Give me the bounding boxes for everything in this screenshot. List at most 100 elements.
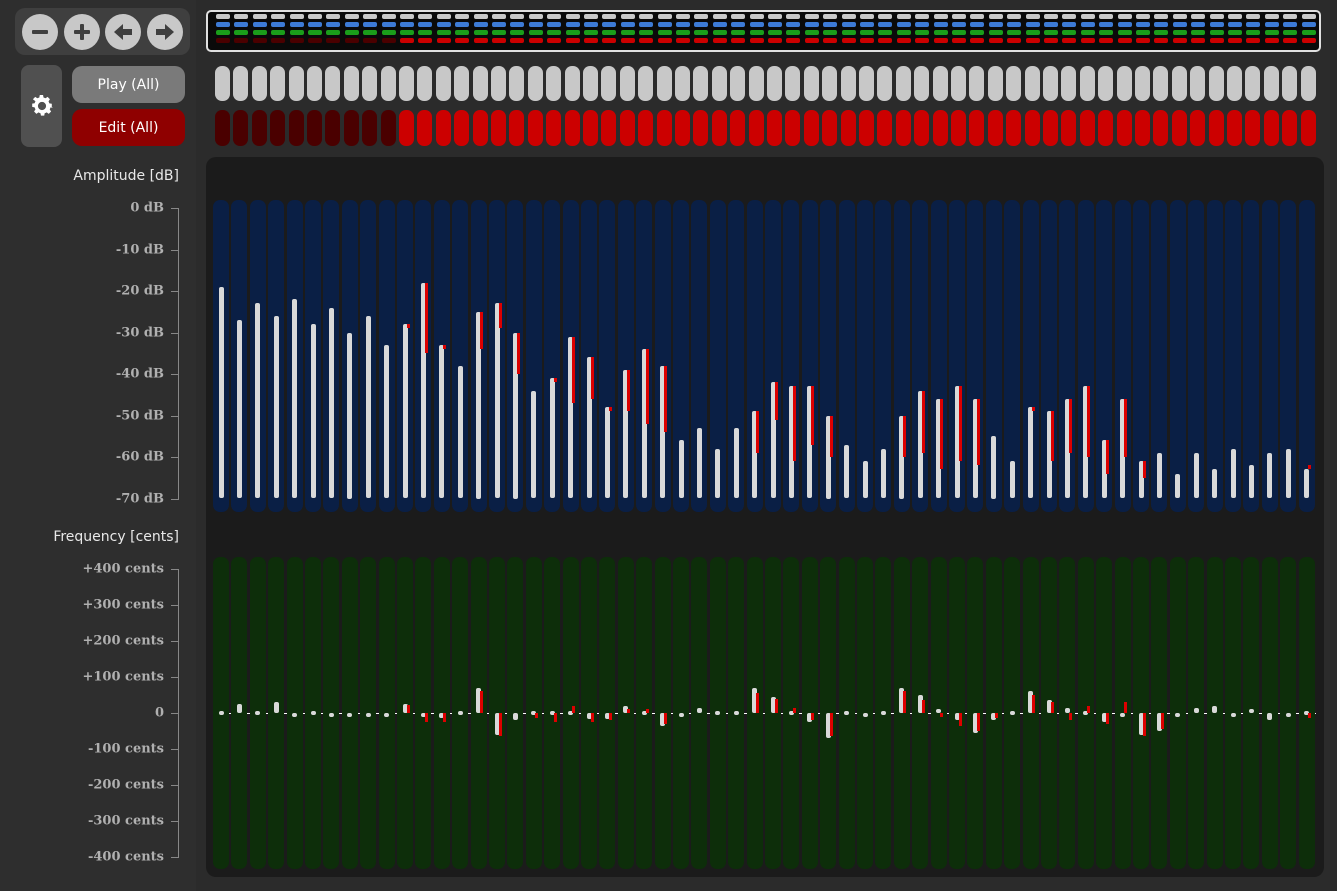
play-toggle-5[interactable] — [288, 66, 304, 101]
edit-toggle-36[interactable] — [859, 110, 874, 146]
edit-toggle-43[interactable] — [987, 110, 1003, 146]
edit-toggle-19[interactable] — [546, 110, 562, 146]
edit-toggle-18[interactable] — [527, 110, 543, 146]
edit-toggle-45[interactable] — [1024, 110, 1040, 146]
edit-toggle-5[interactable] — [288, 110, 304, 146]
edit-toggle-60[interactable] — [1300, 110, 1316, 146]
edit-toggle-28[interactable] — [711, 110, 727, 146]
play-toggle-8[interactable] — [343, 66, 359, 101]
play-toggle-59[interactable] — [1282, 66, 1298, 101]
edit-toggle-11[interactable] — [399, 110, 414, 146]
play-toggle-19[interactable] — [546, 66, 562, 101]
edit-toggle-26[interactable] — [675, 110, 690, 146]
play-toggle-25[interactable] — [656, 66, 672, 101]
play-toggle-4[interactable] — [270, 66, 286, 101]
play-toggle-41[interactable] — [951, 66, 966, 101]
play-toggle-55[interactable] — [1208, 66, 1224, 101]
edit-toggle-10[interactable] — [380, 110, 396, 146]
play-toggle-23[interactable] — [619, 66, 635, 101]
edit-toggle-24[interactable] — [638, 110, 654, 146]
edit-toggle-2[interactable] — [233, 110, 249, 146]
edit-toggle-54[interactable] — [1190, 110, 1206, 146]
play-toggle-39[interactable] — [914, 66, 930, 101]
play-toggle-6[interactable] — [307, 66, 322, 101]
edit-toggle-29[interactable] — [730, 110, 746, 146]
edit-toggle-52[interactable] — [1153, 110, 1169, 146]
edit-toggle-59[interactable] — [1282, 110, 1298, 146]
edit-toggle-57[interactable] — [1245, 110, 1261, 146]
play-toggle-31[interactable] — [767, 66, 782, 101]
edit-toggle-40[interactable] — [932, 110, 948, 146]
edit-toggle-13[interactable] — [435, 110, 451, 146]
edit-toggle-50[interactable] — [1116, 110, 1132, 146]
play-toggle-58[interactable] — [1263, 66, 1279, 101]
edit-toggle-37[interactable] — [877, 110, 893, 146]
play-toggle-50[interactable] — [1116, 66, 1132, 101]
zoom-out-button[interactable] — [21, 13, 58, 50]
edit-toggle-44[interactable] — [1006, 110, 1022, 146]
edit-toggle-30[interactable] — [748, 110, 764, 146]
play-toggle-45[interactable] — [1024, 66, 1040, 101]
play-toggle-15[interactable] — [472, 66, 488, 101]
edit-toggle-21[interactable] — [583, 110, 598, 146]
play-toggle-46[interactable] — [1043, 66, 1058, 101]
edit-toggle-32[interactable] — [785, 110, 801, 146]
edit-toggle-20[interactable] — [564, 110, 580, 146]
edit-toggle-42[interactable] — [969, 110, 985, 146]
edit-toggle-7[interactable] — [325, 110, 341, 146]
play-toggle-32[interactable] — [785, 66, 801, 101]
edit-toggle-23[interactable] — [619, 110, 635, 146]
play-toggle-9[interactable] — [362, 66, 378, 101]
edit-toggle-33[interactable] — [803, 110, 819, 146]
play-all-button[interactable]: Play (All) — [72, 66, 185, 103]
edit-toggle-8[interactable] — [343, 110, 359, 146]
edit-toggle-58[interactable] — [1263, 110, 1279, 146]
zoom-in-button[interactable] — [63, 13, 100, 50]
edit-toggle-1[interactable] — [215, 110, 230, 146]
edit-toggle-25[interactable] — [656, 110, 672, 146]
play-toggle-33[interactable] — [803, 66, 819, 101]
edit-toggle-6[interactable] — [307, 110, 322, 146]
edit-toggle-4[interactable] — [270, 110, 286, 146]
edit-toggle-34[interactable] — [822, 110, 838, 146]
edit-toggle-16[interactable] — [491, 110, 506, 146]
play-toggle-44[interactable] — [1006, 66, 1022, 101]
play-toggle-27[interactable] — [693, 66, 709, 101]
play-toggle-52[interactable] — [1153, 66, 1169, 101]
play-toggle-2[interactable] — [233, 66, 249, 101]
edit-toggle-35[interactable] — [840, 110, 856, 146]
play-toggle-29[interactable] — [730, 66, 746, 101]
play-toggle-38[interactable] — [895, 66, 911, 101]
edit-toggle-46[interactable] — [1043, 110, 1058, 146]
edit-toggle-14[interactable] — [454, 110, 470, 146]
scroll-left-button[interactable] — [105, 13, 142, 50]
play-toggle-16[interactable] — [491, 66, 506, 101]
edit-toggle-49[interactable] — [1098, 110, 1114, 146]
play-toggle-24[interactable] — [638, 66, 654, 101]
play-toggle-11[interactable] — [399, 66, 414, 101]
play-toggle-53[interactable] — [1171, 66, 1187, 101]
edit-toggle-12[interactable] — [417, 110, 433, 146]
play-toggle-26[interactable] — [675, 66, 690, 101]
edit-toggle-15[interactable] — [472, 110, 488, 146]
play-toggle-7[interactable] — [325, 66, 341, 101]
edit-toggle-48[interactable] — [1079, 110, 1095, 146]
edit-toggle-38[interactable] — [895, 110, 911, 146]
edit-toggle-53[interactable] — [1171, 110, 1187, 146]
play-toggle-56[interactable] — [1227, 66, 1242, 101]
play-toggle-37[interactable] — [877, 66, 893, 101]
play-toggle-49[interactable] — [1098, 66, 1114, 101]
edit-toggle-56[interactable] — [1227, 110, 1242, 146]
play-toggle-48[interactable] — [1079, 66, 1095, 101]
play-toggle-34[interactable] — [822, 66, 838, 101]
channel-overview[interactable] — [206, 10, 1321, 52]
play-toggle-40[interactable] — [932, 66, 948, 101]
edit-toggle-22[interactable] — [601, 110, 617, 146]
play-toggle-18[interactable] — [527, 66, 543, 101]
play-toggle-57[interactable] — [1245, 66, 1261, 101]
edit-all-button[interactable]: Edit (All) — [72, 109, 185, 146]
edit-toggle-51[interactable] — [1135, 110, 1150, 146]
play-toggle-12[interactable] — [417, 66, 433, 101]
play-toggle-42[interactable] — [969, 66, 985, 101]
edit-toggle-39[interactable] — [914, 110, 930, 146]
